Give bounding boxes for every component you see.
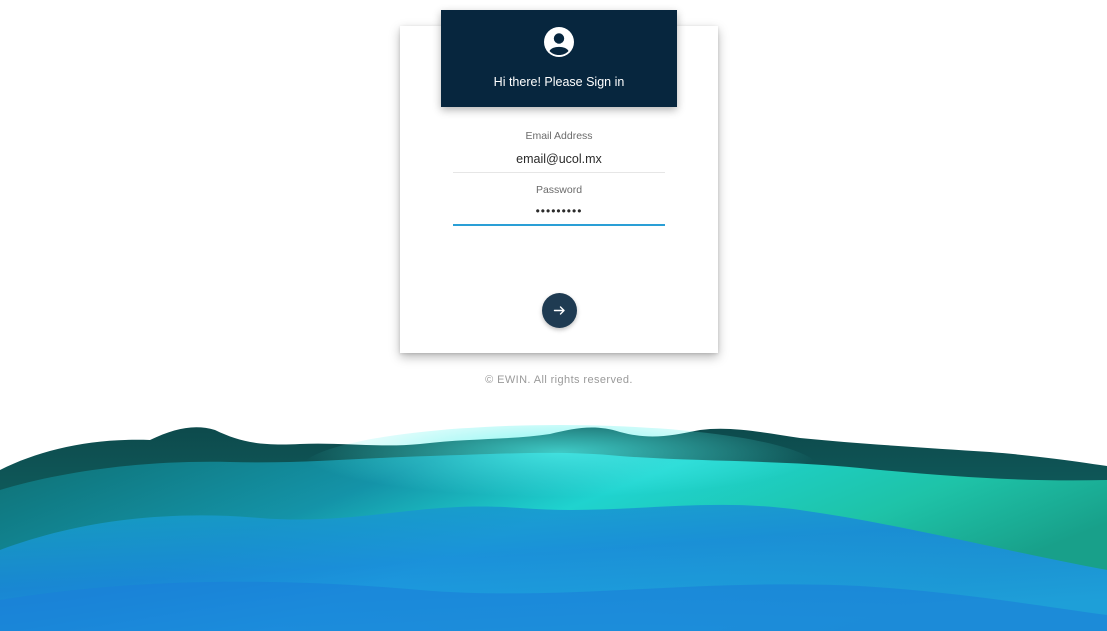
email-label: Email Address: [525, 130, 593, 142]
email-field: Email Address: [453, 130, 665, 173]
password-field: Password: [453, 184, 665, 226]
copyright-footer: © EWIN. All rights reserved.: [485, 374, 633, 386]
password-label: Password: [535, 184, 583, 196]
arrow-right-icon: [553, 306, 565, 315]
login-card: Hi there! Please Sign in Email Address P…: [400, 10, 718, 353]
account-circle-icon: [544, 27, 574, 57]
submit-button[interactable]: [542, 293, 577, 328]
login-card-header: Hi there! Please Sign in: [441, 10, 677, 107]
login-page: Hi there! Please Sign in Email Address P…: [0, 0, 1107, 631]
landscape-background: [0, 425, 1107, 631]
sign-in-title: Hi there! Please Sign in: [493, 75, 625, 89]
email-input[interactable]: [453, 149, 665, 173]
password-input[interactable]: [453, 202, 665, 226]
